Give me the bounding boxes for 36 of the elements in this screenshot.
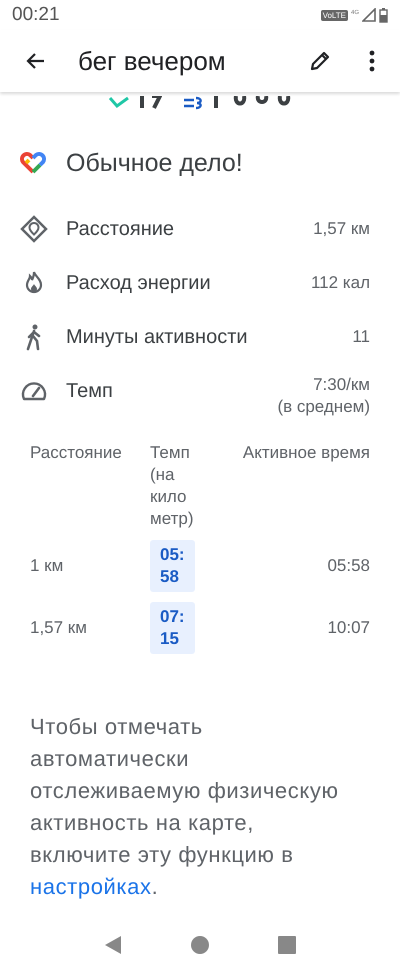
column-header: Активное время [242, 442, 370, 464]
table-cell-text: 10:07 [326, 618, 370, 638]
metric-value: 1,57 км [313, 219, 370, 239]
signal-icon [362, 8, 376, 22]
metric-value: 11 [352, 327, 370, 347]
location-diamond-icon [20, 215, 48, 243]
metric-label: Темп [66, 380, 114, 402]
nav-back-icon[interactable] [104, 935, 122, 955]
goal-message: Обычное дело! [66, 148, 243, 178]
metric-label: Расстояние [66, 218, 176, 240]
pace-chip: 07: 15 [150, 602, 195, 654]
app-bar-title: бег вечером [78, 46, 227, 76]
table-cell-text: 1 км [30, 556, 64, 576]
nav-home-icon[interactable] [190, 936, 209, 954]
metric-value: 7:30/км [313, 375, 370, 395]
metric-note: (в среднем) [277, 397, 370, 417]
heart-points-icon [108, 96, 130, 110]
more-dots-icon [369, 50, 375, 72]
nav-recents-icon[interactable] [278, 936, 296, 954]
map-settings-note: Чтобы отмечать автоматически отслеживаемую физическую активность на карте, включите эту функцию в настройках. [29, 713, 340, 901]
status-time: 00:21 [12, 4, 60, 26]
network-badge: VoLTE [320, 10, 348, 20]
steps-icon [182, 96, 204, 110]
metric-label: Расход энергии [66, 272, 212, 294]
column-header: Темп (на кило метр) [150, 442, 194, 530]
column-header: Расстояние [30, 442, 123, 464]
table-cell-text: 05:58 [326, 556, 370, 576]
pace-chip: 05: 58 [150, 540, 195, 592]
pencil-icon [308, 49, 332, 73]
heart-logo-icon [20, 151, 46, 175]
settings-link[interactable]: настройках [30, 874, 152, 899]
metric-label: Минуты активности [66, 326, 249, 348]
metric-value: 112 кал [310, 273, 370, 293]
battery-icon [379, 8, 388, 22]
table-cell-text: 1,57 км [30, 618, 88, 638]
cut-number-drawing [138, 96, 162, 110]
